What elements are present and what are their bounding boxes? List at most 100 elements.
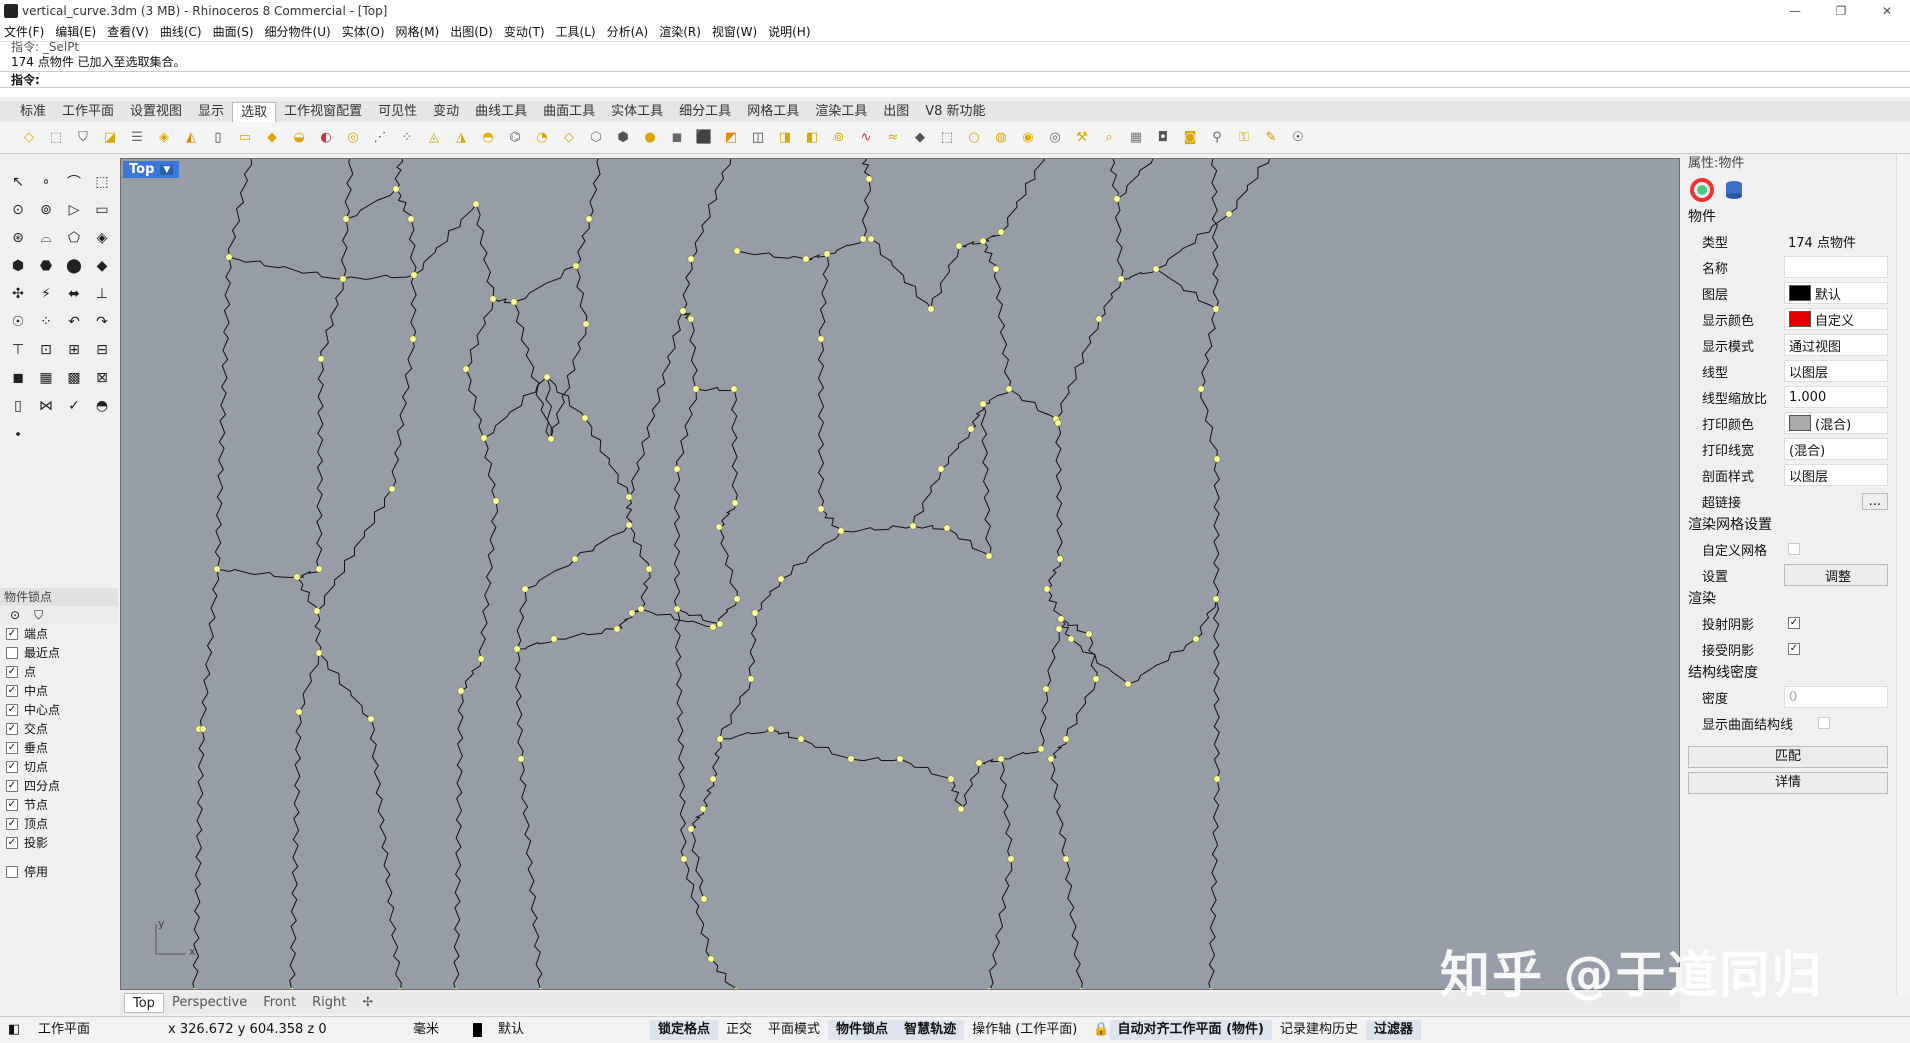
point-object[interactable] (409, 335, 417, 343)
select-tool-icon[interactable]: ≈ (882, 127, 904, 149)
network-curve[interactable] (575, 265, 588, 325)
point-object[interactable] (767, 725, 775, 733)
osnap-item[interactable]: ✓ 中点 (0, 681, 118, 700)
left-tool-icon[interactable]: ▯ (4, 392, 32, 420)
left-tool-icon[interactable]: ⊚ (32, 196, 60, 224)
left-tool-icon[interactable]: ✣ (4, 280, 32, 308)
point-object[interactable] (1212, 305, 1220, 313)
network-curve[interactable] (1050, 758, 1067, 860)
point-object[interactable] (289, 987, 295, 990)
network-curve[interactable] (1000, 159, 1046, 233)
select-tool-icon[interactable]: ◼ (666, 127, 688, 149)
select-tool-icon[interactable]: ⬛ (693, 127, 715, 149)
network-curve[interactable] (930, 245, 960, 310)
point-object[interactable] (315, 649, 323, 657)
point-object[interactable] (453, 987, 459, 990)
color-wheel-icon[interactable] (1690, 178, 1714, 202)
point-object[interactable] (513, 645, 521, 653)
point-object[interactable] (1212, 595, 1220, 603)
network-curve[interactable] (689, 318, 698, 390)
tab-curve-tools[interactable]: 曲线工具 (467, 102, 535, 122)
tab-select[interactable]: 选取 (232, 102, 277, 122)
select-tool-icon[interactable]: ● (639, 127, 661, 149)
osnap-checkbox[interactable]: ✓ (6, 684, 18, 697)
point-object[interactable] (947, 775, 955, 783)
select-tool-icon[interactable]: ◈ (153, 127, 175, 149)
point-object[interactable] (731, 499, 739, 507)
network-curve[interactable] (640, 568, 651, 610)
network-curve[interactable] (870, 238, 932, 310)
point-object[interactable] (997, 228, 1005, 236)
panel-toggle-icon[interactable]: ◧ (0, 1020, 30, 1040)
point-object[interactable] (927, 305, 935, 313)
network-curve[interactable] (817, 338, 825, 510)
left-tool-icon[interactable]: ⊡ (32, 336, 60, 364)
close-icon[interactable]: ✕ (1864, 0, 1910, 21)
match-button[interactable]: 匹配 (1688, 746, 1888, 768)
network-curve[interactable] (465, 368, 485, 439)
left-tool-icon[interactable]: ⬠ (60, 224, 88, 252)
point-object[interactable] (1085, 630, 1093, 638)
point-object[interactable] (572, 262, 580, 270)
network-curve[interactable] (289, 711, 302, 990)
left-tool-icon[interactable]: ↷ (88, 308, 116, 336)
select-tool-icon[interactable]: ◎ (1044, 127, 1066, 149)
point-object[interactable] (367, 715, 375, 723)
network-curve[interactable] (296, 568, 320, 578)
point-object[interactable] (847, 755, 855, 763)
network-curve[interactable] (718, 526, 738, 600)
menu-view[interactable]: 查看(V) (107, 23, 149, 40)
left-tool-icon[interactable]: ⋈ (32, 392, 60, 420)
network-curve[interactable] (318, 652, 372, 720)
point-object[interactable] (397, 987, 403, 990)
network-curve[interactable] (1195, 598, 1217, 640)
osnap-checkbox[interactable] (6, 646, 18, 659)
layer-select[interactable]: 默认 (1784, 282, 1888, 304)
network-curve[interactable] (826, 238, 864, 255)
osnap-item[interactable]: ✓ 节点 (0, 795, 118, 814)
menu-surface[interactable]: 曲面(S) (213, 23, 254, 40)
adjust-button[interactable]: 调整 (1784, 564, 1888, 586)
network-curve[interactable] (513, 265, 577, 303)
select-tool-icon[interactable]: ▭ (234, 127, 256, 149)
select-tool-icon[interactable]: ◭ (180, 127, 202, 149)
status-gumball[interactable]: 操作轴 (工作平面) (964, 1020, 1085, 1040)
select-tool-icon[interactable]: ◆ (909, 127, 931, 149)
point-object[interactable] (457, 687, 465, 695)
viewtab-front[interactable]: Front (255, 993, 304, 1013)
network-curve[interactable] (946, 527, 990, 557)
network-curve[interactable] (1065, 858, 1083, 990)
point-object[interactable] (909, 522, 917, 530)
osnap-item[interactable]: ✓ 四分点 (0, 776, 118, 795)
viewtab-right[interactable]: Right (304, 993, 354, 1013)
left-tool-icon[interactable]: ⊤ (4, 336, 32, 364)
select-tool-icon[interactable]: ◍ (990, 127, 1012, 149)
database-icon[interactable] (1722, 178, 1746, 202)
print-width-select[interactable]: (混合) (1784, 438, 1888, 460)
point-object[interactable] (1062, 855, 1070, 863)
point-object[interactable] (687, 315, 695, 323)
point-object[interactable] (317, 355, 325, 363)
status-units[interactable]: 毫米 (405, 1020, 465, 1040)
point-object[interactable] (716, 735, 724, 743)
select-tool-icon[interactable]: ◨ (774, 127, 796, 149)
point-object[interactable] (480, 434, 488, 442)
tab-v8-new[interactable]: V8 新功能 (917, 102, 993, 122)
select-tool-icon[interactable]: ⛉ (72, 127, 94, 149)
point-object[interactable] (730, 385, 738, 393)
network-curve[interactable] (719, 678, 752, 740)
network-curve[interactable] (731, 388, 738, 504)
left-tool-icon[interactable]: ✓ (60, 392, 88, 420)
select-tool-icon[interactable]: ⌕ (1098, 127, 1120, 149)
network-curve[interactable] (1088, 633, 1098, 680)
point-object[interactable] (538, 987, 544, 990)
network-curve[interactable] (1055, 422, 1063, 560)
point-object[interactable] (199, 725, 207, 733)
network-curve[interactable] (460, 658, 482, 692)
network-curve[interactable] (676, 608, 721, 625)
point-object[interactable] (733, 987, 739, 990)
network-curve[interactable] (912, 468, 942, 527)
point-object[interactable] (733, 247, 741, 255)
point-object[interactable] (733, 595, 741, 603)
hyperlink-button[interactable]: ... (1861, 492, 1888, 510)
